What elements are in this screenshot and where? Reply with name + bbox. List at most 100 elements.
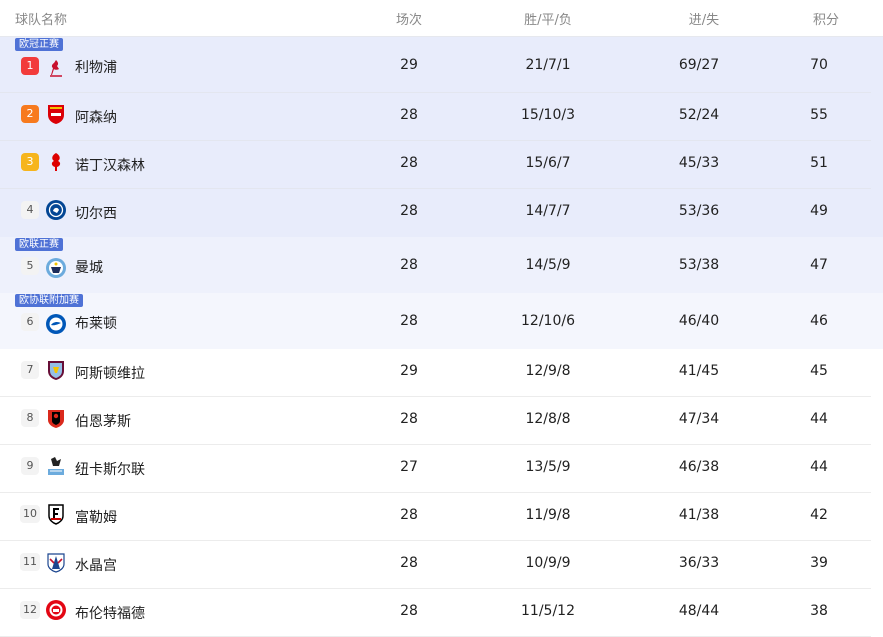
team-name[interactable]: 曼城 bbox=[75, 257, 103, 277]
points-value: 38 bbox=[810, 603, 828, 619]
rank-badge: 8 bbox=[21, 409, 39, 427]
liverpool-crest-icon bbox=[50, 60, 62, 77]
rank-badge: 4 bbox=[21, 201, 39, 219]
table-row[interactable]: 7 阿斯顿维拉 29 12/9/8 41/45 45 bbox=[0, 349, 871, 397]
table-row[interactable]: 9 纽卡斯尔联 27 13/5/9 46/38 44 bbox=[0, 445, 871, 493]
played-value: 27 bbox=[400, 459, 418, 475]
rank-badge: 5 bbox=[21, 257, 39, 275]
rank-badge: 2 bbox=[21, 105, 39, 123]
wdl-value: 15/6/7 bbox=[525, 155, 571, 171]
wdl-value: 11/9/8 bbox=[525, 507, 571, 523]
table-body: 7 阿斯顿维拉 29 12/9/8 41/45 45 8 伯恩茅斯 28 12/… bbox=[0, 349, 883, 637]
zone-tag-ucl: 欧冠正赛 bbox=[15, 38, 63, 51]
table-row[interactable]: 6 布莱顿 28 12/10/6 46/40 46 bbox=[0, 293, 871, 349]
played-value: 28 bbox=[400, 155, 418, 171]
wdl-value: 11/5/12 bbox=[521, 603, 575, 619]
header-played[interactable]: 场次 bbox=[396, 9, 422, 28]
rank-badge: 11 bbox=[20, 553, 40, 571]
points-value: 39 bbox=[810, 555, 828, 571]
rank-badge: 10 bbox=[20, 505, 40, 523]
fulham-crest-icon bbox=[48, 504, 64, 525]
zone-europa-league: 欧联正赛 5 曼城 28 14/5/9 53/38 47 bbox=[0, 237, 883, 293]
goals-value: 52/24 bbox=[678, 107, 720, 123]
played-value: 28 bbox=[400, 507, 418, 523]
header-goals[interactable]: 进/失 bbox=[689, 9, 719, 28]
points-value: 44 bbox=[810, 459, 828, 475]
aston-villa-crest-icon bbox=[48, 361, 64, 380]
team-name[interactable]: 布莱顿 bbox=[75, 313, 117, 333]
wdl-value: 15/10/3 bbox=[521, 107, 575, 123]
rank-badge: 3 bbox=[21, 153, 39, 171]
arsenal-crest-icon bbox=[48, 105, 64, 124]
goals-value: 45/33 bbox=[678, 155, 720, 171]
team-name[interactable]: 阿森纳 bbox=[75, 107, 117, 127]
wdl-value: 13/5/9 bbox=[525, 459, 571, 475]
rank-badge: 9 bbox=[21, 457, 39, 475]
played-value: 28 bbox=[400, 203, 418, 219]
brentford-crest-icon bbox=[46, 600, 66, 620]
team-name[interactable]: 水晶宫 bbox=[75, 555, 117, 575]
played-value: 28 bbox=[400, 107, 418, 123]
points-value: 45 bbox=[810, 363, 828, 379]
points-value: 51 bbox=[810, 155, 828, 171]
header-points[interactable]: 积分 bbox=[813, 9, 839, 28]
rank-badge: 6 bbox=[21, 313, 39, 331]
crystal-palace-crest-icon bbox=[47, 553, 65, 573]
header-team[interactable]: 球队名称 bbox=[15, 9, 67, 28]
zone-conference-league-playoff: 欧协联附加赛 6 布莱顿 28 12/10/6 46/40 46 bbox=[0, 293, 883, 349]
goals-value: 53/36 bbox=[678, 203, 720, 219]
points-value: 70 bbox=[810, 57, 828, 73]
team-name[interactable]: 阿斯顿维拉 bbox=[75, 363, 145, 383]
header-wdl[interactable]: 胜/平/负 bbox=[524, 9, 572, 28]
played-value: 28 bbox=[400, 411, 418, 427]
rank-badge: 7 bbox=[21, 361, 39, 379]
team-name[interactable]: 伯恩茅斯 bbox=[75, 411, 131, 431]
wdl-value: 10/9/9 bbox=[525, 555, 571, 571]
table-row[interactable]: 11 水晶宫 28 10/9/9 36/33 39 bbox=[0, 541, 871, 589]
goals-value: 47/34 bbox=[678, 411, 720, 427]
goals-value: 46/40 bbox=[678, 313, 720, 329]
played-value: 29 bbox=[400, 57, 418, 73]
wdl-value: 14/5/9 bbox=[525, 257, 571, 273]
played-value: 28 bbox=[400, 603, 418, 619]
goals-value: 41/45 bbox=[678, 363, 720, 379]
table-row[interactable]: 4 切尔西 28 14/7/7 53/36 49 bbox=[0, 189, 871, 237]
goals-value: 46/38 bbox=[678, 459, 720, 475]
goals-value: 41/38 bbox=[678, 507, 720, 523]
standings-table: 球队名称 场次 胜/平/负 进/失 积分 欧冠正赛 1 利物浦 29 21/7/… bbox=[0, 0, 883, 637]
goals-value: 36/33 bbox=[678, 555, 720, 571]
man-city-crest-icon bbox=[46, 258, 66, 278]
team-name[interactable]: 切尔西 bbox=[75, 203, 117, 223]
table-row[interactable]: 8 伯恩茅斯 28 12/8/8 47/34 44 bbox=[0, 397, 871, 445]
points-value: 42 bbox=[810, 507, 828, 523]
team-name[interactable]: 富勒姆 bbox=[75, 507, 117, 527]
team-name[interactable]: 利物浦 bbox=[75, 57, 117, 77]
points-value: 44 bbox=[810, 411, 828, 427]
rank-badge: 1 bbox=[21, 57, 39, 75]
team-name[interactable]: 诺丁汉森林 bbox=[75, 155, 145, 175]
table-row[interactable]: 5 曼城 28 14/5/9 53/38 47 bbox=[0, 237, 871, 293]
played-value: 28 bbox=[400, 555, 418, 571]
zone-tag-uel: 欧联正赛 bbox=[15, 238, 63, 251]
wdl-value: 21/7/1 bbox=[525, 57, 571, 73]
table-row[interactable]: 1 利物浦 29 21/7/1 69/27 70 bbox=[0, 37, 871, 93]
points-value: 47 bbox=[810, 257, 828, 273]
goals-value: 69/27 bbox=[678, 57, 720, 73]
wdl-value: 12/9/8 bbox=[525, 363, 571, 379]
team-name[interactable]: 纽卡斯尔联 bbox=[75, 459, 145, 479]
table-row[interactable]: 10 富勒姆 28 11/9/8 41/38 42 bbox=[0, 493, 871, 541]
table-row[interactable]: 2 阿森纳 28 15/10/3 52/24 55 bbox=[0, 93, 871, 141]
zone-champions-league: 欧冠正赛 1 利物浦 29 21/7/1 69/27 70 2 阿森纳 28 1… bbox=[0, 37, 883, 237]
points-value: 55 bbox=[810, 107, 828, 123]
zone-tag-uecl: 欧协联附加赛 bbox=[15, 294, 83, 307]
table-row[interactable]: 3 诺丁汉森林 28 15/6/7 45/33 51 bbox=[0, 141, 871, 189]
team-name[interactable]: 布伦特福德 bbox=[75, 603, 145, 623]
table-row[interactable]: 12 布伦特福德 28 11/5/12 48/44 38 bbox=[0, 589, 871, 637]
table-header: 球队名称 场次 胜/平/负 进/失 积分 bbox=[0, 0, 883, 37]
rank-badge: 12 bbox=[20, 601, 40, 619]
wdl-value: 12/8/8 bbox=[525, 411, 571, 427]
brighton-crest-icon bbox=[46, 314, 66, 334]
nottingham-forest-crest-icon bbox=[51, 153, 61, 171]
bournemouth-crest-icon bbox=[48, 410, 64, 428]
played-value: 29 bbox=[400, 363, 418, 379]
